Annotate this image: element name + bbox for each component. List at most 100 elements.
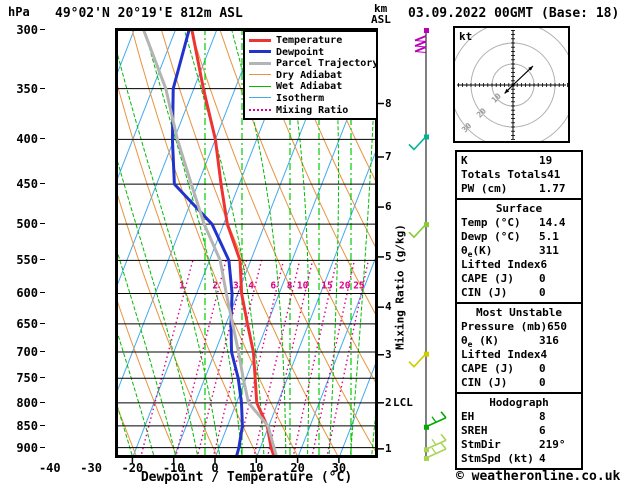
pressure-tick-mark — [40, 351, 45, 353]
hodograph-origin-marker — [511, 83, 515, 87]
panel-row: PW (cm) 1.77 — [461, 182, 577, 196]
panel-row: CIN (J) 0 — [461, 376, 577, 390]
panel-row-value: 0 — [539, 286, 546, 299]
pressure-tick-label: 750 — [16, 371, 38, 386]
pressure-tick-label: 400 — [16, 132, 38, 147]
legend-label: Dewpoint — [276, 46, 325, 58]
legend-row: Mixing Ratio — [249, 105, 372, 117]
panel-row-label: CIN (J) — [461, 286, 508, 299]
pressure-tick-mark — [40, 259, 45, 261]
legend-row: Parcel Trajectory — [249, 58, 378, 70]
legend-row: Isotherm — [249, 93, 372, 105]
panel-row-value: 1.77 — [539, 182, 566, 195]
panel-row-value: 0 — [539, 376, 546, 389]
wet-adiabat-line — [118, 252, 176, 455]
panel-row-label: θe (K) — [461, 334, 499, 350]
legend-label: Dry Adiabat — [276, 69, 343, 81]
panel-row-label: StmSpd (kt) — [461, 452, 534, 465]
panel-header: Surface — [495, 202, 543, 215]
mixing-ratio-value-label: 15 — [321, 280, 333, 291]
wet-adiabat-line — [144, 31, 243, 455]
mixing-ratio-line — [253, 260, 301, 455]
pressure-tick-mark — [40, 87, 45, 89]
polyline — [408, 135, 427, 151]
pressure-tick-label: 350 — [16, 81, 38, 96]
pressure-axis-unit: hPa — [8, 5, 30, 19]
legend-sample-mixing-ratio — [249, 108, 271, 111]
legend-label: Temperature — [276, 35, 343, 46]
legend-label: Mixing Ratio — [276, 104, 349, 116]
panel-row: Totals Totals 41 — [461, 168, 577, 182]
panel-row-value: 5.1 — [539, 230, 559, 243]
panel-row: CIN (J) 0 — [461, 286, 577, 300]
legend-sample-isotherm — [249, 97, 271, 99]
pressure-tick-label: 300 — [16, 23, 38, 37]
legend-row: Dry Adiabat — [249, 70, 372, 82]
indices-panel-hodograph: Hodograph EH 8 SREH 6 StmDir 219° StmSpd (kt) 4 — [455, 392, 583, 470]
legend-sample-temperature — [249, 38, 271, 42]
line — [440, 411, 447, 419]
line — [414, 46, 427, 53]
pressure-tick-mark — [40, 223, 45, 225]
legend-label: Isotherm — [276, 92, 325, 104]
panel-row: Lifted Index 6 — [461, 258, 577, 272]
mixing-ratio-value-label: 1 — [179, 280, 185, 291]
panel-row-label: Dewp (°C) — [461, 230, 521, 243]
panel-row-value: 4 — [539, 452, 546, 465]
panel-row-value: 6 — [540, 258, 548, 271]
panel-row-label: CIN (J) — [461, 376, 508, 389]
mixing-ratio-value-label: 2 — [212, 280, 218, 291]
panel-row: StmSpd (kt) 4 — [461, 452, 577, 466]
hodograph-plot: 102030 — [449, 21, 577, 149]
panel-row-value: 0 — [539, 272, 546, 285]
legend-row: Wet Adiabat — [249, 81, 372, 93]
pressure-tick-mark — [40, 401, 45, 403]
panel-row-label: CAPE (J) — [461, 272, 514, 285]
pressure-tick-mark — [40, 183, 45, 185]
pressure-tick-mark — [40, 424, 45, 426]
pressure-tick-label: 900 — [16, 440, 38, 455]
legend-sample-wet-adiabat — [249, 85, 271, 87]
panel-row: K 19 — [461, 154, 577, 168]
panel-row-value: 8 — [539, 410, 546, 423]
mixing-ratio-value-label: 10 — [297, 280, 309, 291]
panel-row-label: StmDir — [461, 438, 501, 451]
pressure-tick-label: 450 — [16, 177, 38, 192]
panel-row-value: 14.4 — [539, 216, 566, 229]
legend-sample-dewpoint — [249, 50, 271, 54]
copyright: © weatheronline.co.uk — [456, 469, 621, 484]
panel-row-value: 311 — [539, 244, 559, 257]
legend-row: Temperature — [249, 35, 372, 47]
pressure-tick-label: 550 — [16, 253, 38, 268]
wet-adiabat-line — [118, 161, 198, 455]
panel-row-label: θe(K) — [461, 244, 493, 260]
pressure-tick-mark — [40, 29, 45, 30]
panel-row-value: 4 — [540, 348, 548, 361]
panel-row: CAPE (J) 0 — [461, 362, 577, 376]
panel-row-value: 19 — [539, 154, 553, 167]
line — [431, 447, 437, 454]
panel-row-label: CAPE (J) — [461, 362, 514, 375]
line — [431, 416, 437, 423]
mixing-ratio-value-label: 25 — [353, 280, 365, 291]
run-date: 03.09.2022 00GMT (Base: 18) — [408, 6, 620, 21]
pressure-tick-label: 600 — [16, 286, 38, 301]
wind-barb-852mb — [424, 411, 447, 430]
panel-row-label: Lifted Index — [461, 348, 541, 361]
pressure-tick-label: 500 — [16, 217, 38, 232]
series-dewpoint — [170, 31, 244, 455]
dry-adiabat-line — [118, 301, 177, 455]
legend-label: Wet Adiabat — [276, 81, 343, 93]
temperature-tick-label: -30 — [80, 461, 102, 475]
indices-panel-most-unstable: Most Unstable Pressure (mb) 650 θe (K) 316 Li… — [455, 302, 583, 394]
panel-header: Hodograph — [489, 396, 549, 409]
legend-label: Parcel Trajectory — [276, 58, 379, 70]
panel-row: θe (K) 316 — [461, 334, 577, 350]
mixing-ratio-value-label: 8 — [287, 280, 293, 291]
pressure-tick-label: 700 — [16, 345, 38, 360]
mixing-ratio-value-label: 6 — [270, 280, 276, 291]
panel-row-value: 6 — [539, 424, 546, 437]
rect — [424, 28, 429, 33]
panel-row-label: Temp (°C) — [461, 216, 521, 229]
panel-row-label: EH — [461, 410, 475, 423]
